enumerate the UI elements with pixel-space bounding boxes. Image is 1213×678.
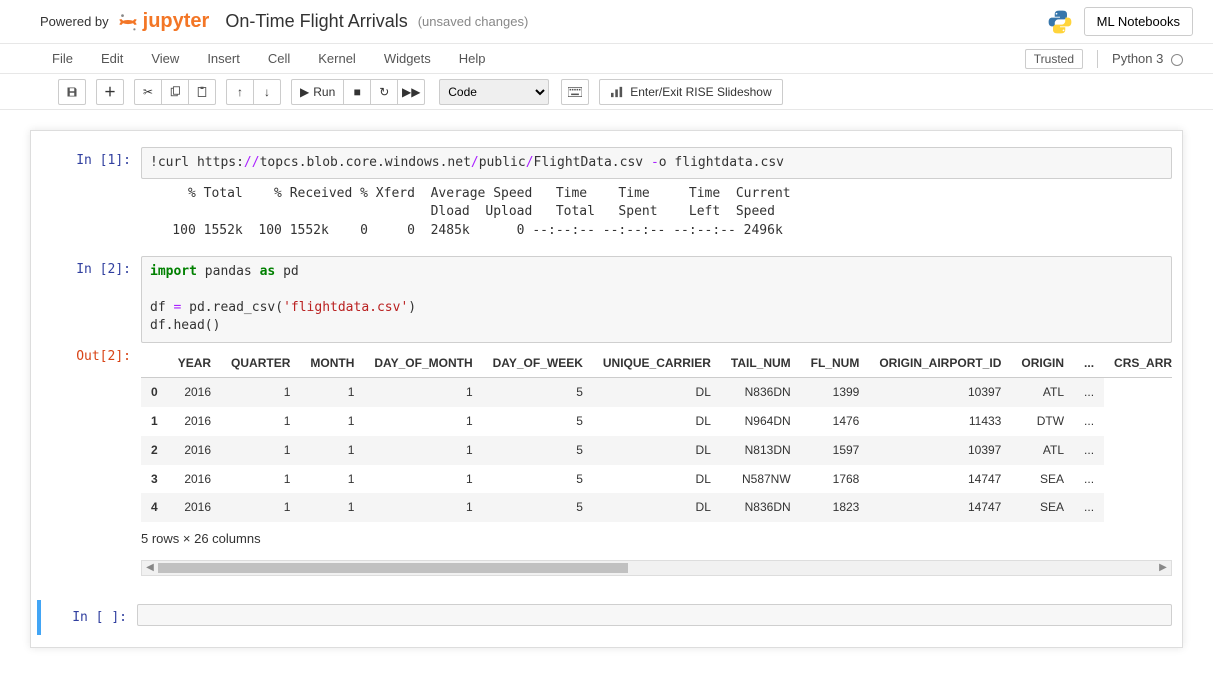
move-up-button[interactable]: ↑ xyxy=(226,79,254,105)
run-icon: ▶ xyxy=(300,85,309,99)
column-header: ORIGIN xyxy=(1011,349,1074,378)
paste-button[interactable] xyxy=(188,79,216,105)
menu-edit[interactable]: Edit xyxy=(89,46,135,71)
run-button[interactable]: ▶Run xyxy=(291,79,344,105)
fast-forward-icon: ▶▶ xyxy=(402,85,420,99)
table-row: 420161115DLN836DN182314747SEA... xyxy=(141,493,1172,522)
column-header: DAY_OF_WEEK xyxy=(483,349,593,378)
copy-button[interactable] xyxy=(161,79,189,105)
input-prompt: In [2]: xyxy=(41,256,141,283)
add-cell-button[interactable]: ＋ xyxy=(96,79,124,105)
code-input[interactable]: !curl https://topcs.blob.core.windows.ne… xyxy=(141,147,1172,179)
login-button[interactable]: ML Notebooks xyxy=(1084,7,1193,36)
menu-widgets[interactable]: Widgets xyxy=(372,46,443,71)
code-input[interactable] xyxy=(137,604,1172,626)
code-cell[interactable]: In [2]: import pandas as pd df = pd.read… xyxy=(37,252,1176,587)
table-row: 220161115DLN813DN159710397ATL... xyxy=(141,436,1172,465)
scroll-right-icon[interactable]: ▶ xyxy=(1156,561,1170,575)
bar-chart-icon xyxy=(610,86,624,98)
column-header xyxy=(141,349,168,378)
input-prompt: In [ ]: xyxy=(41,604,137,631)
scroll-left-icon[interactable]: ◀ xyxy=(143,561,157,575)
command-palette-button[interactable] xyxy=(561,79,589,105)
save-button[interactable] xyxy=(58,79,86,105)
jupyter-logo-text: jupyter xyxy=(143,10,210,33)
cell-type-select[interactable]: Code xyxy=(439,79,549,105)
powered-by-label: Powered by xyxy=(40,14,109,29)
table-row: 020161115DLN836DN139910397ATL... xyxy=(141,378,1172,407)
trusted-indicator[interactable]: Trusted xyxy=(1025,49,1083,69)
rise-slideshow-button[interactable]: Enter/Exit RISE Slideshow xyxy=(599,79,782,105)
column-header: CRS_ARR_T xyxy=(1104,349,1172,378)
stop-icon: ■ xyxy=(354,85,361,99)
cut-icon: ✂ xyxy=(143,85,153,99)
table-row: 320161115DLN587NW176814747SEA... xyxy=(141,465,1172,494)
column-header: TAIL_NUM xyxy=(721,349,801,378)
menu-cell[interactable]: Cell xyxy=(256,46,302,71)
column-header: YEAR xyxy=(168,349,221,378)
input-prompt: In [1]: xyxy=(41,147,141,174)
kernel-name[interactable]: Python 3 xyxy=(1112,51,1183,66)
move-down-button[interactable]: ↓ xyxy=(253,79,281,105)
column-header: ORIGIN_AIRPORT_ID xyxy=(869,349,1011,378)
restart-icon: ↻ xyxy=(379,85,389,99)
copy-icon xyxy=(169,86,181,98)
code-input[interactable]: import pandas as pd df = pd.read_csv('fl… xyxy=(141,256,1172,343)
paste-icon xyxy=(196,86,208,98)
table-row: 120161115DLN964DN147611433DTW... xyxy=(141,407,1172,436)
toolbar: ＋ ✂ ↑ ↓ ▶Run ■ ↻ ▶▶ Code Enter/Exit RISE… xyxy=(0,74,1213,110)
interrupt-button[interactable]: ■ xyxy=(343,79,371,105)
output-dataframe: YEARQUARTERMONTHDAY_OF_MONTHDAY_OF_WEEKU… xyxy=(141,343,1172,583)
menu-view[interactable]: View xyxy=(139,46,191,71)
restart-run-all-button[interactable]: ▶▶ xyxy=(397,79,425,105)
dataframe-shape: 5 rows × 26 columns xyxy=(141,522,1172,556)
notebook-name[interactable]: On-Time Flight Arrivals xyxy=(225,11,407,32)
scrollbar-thumb[interactable] xyxy=(158,563,628,573)
column-header: MONTH xyxy=(300,349,364,378)
column-header: QUARTER xyxy=(221,349,300,378)
restart-button[interactable]: ↻ xyxy=(370,79,398,105)
dataframe-scroll[interactable]: YEARQUARTERMONTHDAY_OF_MONTHDAY_OF_WEEKU… xyxy=(141,349,1172,523)
column-header: DAY_OF_MONTH xyxy=(364,349,482,378)
column-header: FL_NUM xyxy=(801,349,870,378)
menu-file[interactable]: File xyxy=(40,46,85,71)
python-icon xyxy=(1046,8,1074,36)
jupyter-logo[interactable]: jupyter xyxy=(117,10,210,33)
kernel-idle-icon xyxy=(1171,54,1183,66)
notebook-container: In [1]: !curl https://topcs.blob.core.wi… xyxy=(30,130,1183,648)
menubar: File Edit View Insert Cell Kernel Widget… xyxy=(0,44,1213,74)
code-cell-selected[interactable]: In [ ]: xyxy=(37,600,1176,635)
jupyter-icon xyxy=(117,11,139,33)
plus-icon: ＋ xyxy=(104,83,116,100)
menu-kernel[interactable]: Kernel xyxy=(306,46,368,71)
keyboard-icon xyxy=(568,86,582,98)
output-stream: % Total % Received % Xferd Average Speed… xyxy=(141,179,1172,246)
arrow-down-icon: ↓ xyxy=(264,85,270,99)
menu-help[interactable]: Help xyxy=(447,46,498,71)
menu-insert[interactable]: Insert xyxy=(195,46,252,71)
column-header: UNIQUE_CARRIER xyxy=(593,349,721,378)
code-cell[interactable]: In [1]: !curl https://topcs.blob.core.wi… xyxy=(37,143,1176,250)
autosave-status: (unsaved changes) xyxy=(418,14,529,29)
save-icon xyxy=(66,86,78,98)
header: Powered by jupyter On-Time Flight Arriva… xyxy=(0,0,1213,44)
arrow-up-icon: ↑ xyxy=(237,85,243,99)
horizontal-scrollbar[interactable]: ◀ ▶ xyxy=(141,560,1172,576)
dataframe-table: YEARQUARTERMONTHDAY_OF_MONTHDAY_OF_WEEKU… xyxy=(141,349,1172,523)
output-prompt: Out[2]: xyxy=(41,343,141,370)
column-header: ... xyxy=(1074,349,1104,378)
cut-button[interactable]: ✂ xyxy=(134,79,162,105)
